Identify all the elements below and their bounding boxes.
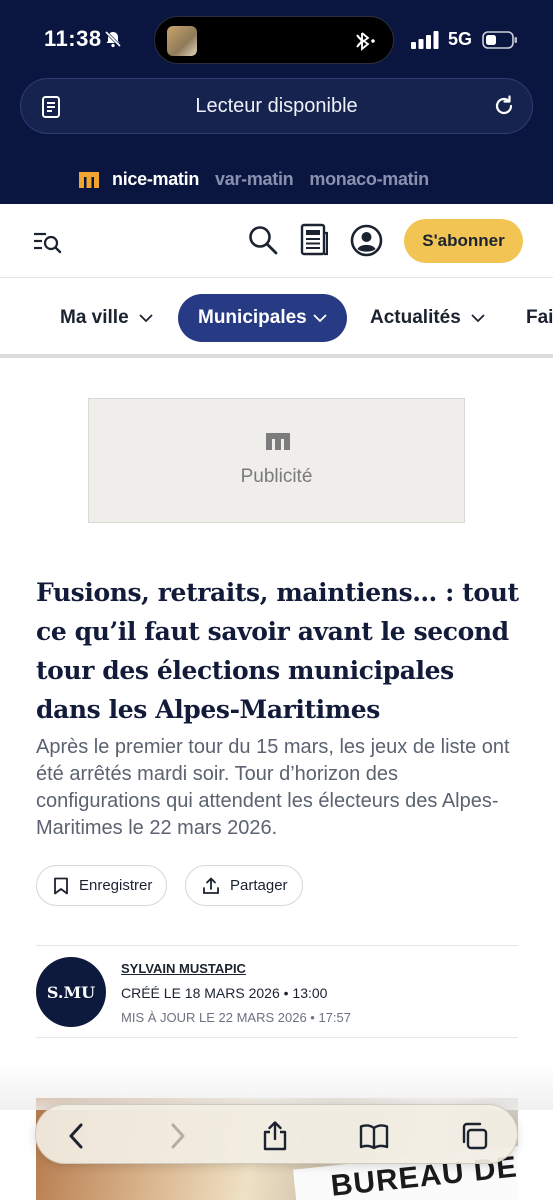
nav-item-ma-ville[interactable]: Ma ville bbox=[60, 294, 153, 342]
account-icon[interactable] bbox=[350, 224, 383, 257]
tabs-icon[interactable] bbox=[459, 1121, 489, 1151]
chevron-down-icon bbox=[471, 313, 485, 322]
nice-matin-logo-icon bbox=[79, 172, 99, 188]
share-button[interactable]: Partager bbox=[185, 865, 303, 906]
brand-switcher: nice-matin var-matin monaco-matin bbox=[78, 166, 445, 192]
ad-placeholder: Publicité bbox=[88, 398, 465, 523]
updated-date: MIS À JOUR LE 22 MARS 2026 • 17:57 bbox=[121, 1010, 351, 1025]
address-bar-text: Lecteur disponible bbox=[195, 95, 358, 117]
toolbar-fade bbox=[0, 1060, 553, 1110]
nav-item-actualites[interactable]: Actualités bbox=[370, 294, 485, 342]
save-button-label: Enregistrer bbox=[79, 877, 153, 894]
chevron-down-icon bbox=[313, 313, 327, 322]
chevron-down-icon bbox=[139, 313, 153, 322]
subscribe-button[interactable]: S'abonner bbox=[404, 219, 523, 263]
brand-monaco-matin[interactable]: monaco-matin bbox=[309, 169, 429, 190]
article-headline: Fusions, retraits, maintiens… : tout ce … bbox=[36, 578, 519, 724]
share-button-label: Partager bbox=[230, 877, 288, 894]
share-sheet-icon[interactable] bbox=[260, 1121, 290, 1151]
author-avatar[interactable]: S.MU bbox=[36, 957, 106, 1027]
address-bar[interactable]: Lecteur disponible bbox=[20, 78, 533, 134]
brand-var-matin[interactable]: var-matin bbox=[215, 169, 294, 190]
nav-item-label: Actualités bbox=[370, 307, 461, 328]
bookmarks-icon[interactable] bbox=[359, 1121, 389, 1151]
back-icon[interactable] bbox=[62, 1121, 92, 1151]
safari-toolbar bbox=[35, 1104, 518, 1164]
bluetooth-icon bbox=[356, 32, 375, 51]
save-button[interactable]: Enregistrer bbox=[36, 865, 168, 906]
bell-off-icon bbox=[104, 30, 122, 48]
browser-top-bar: 11:38 5G Lecteur disponible nice-matin v… bbox=[0, 0, 553, 204]
nav-item-label: Fai bbox=[526, 307, 553, 328]
site-header: S'abonner bbox=[0, 204, 553, 278]
now-playing-artwork bbox=[167, 26, 197, 56]
cellular-signal-icon bbox=[411, 31, 439, 49]
brand-nice-matin[interactable]: nice-matin bbox=[112, 169, 199, 190]
created-date: CRÉÉ LE 18 MARS 2026 • 13:00 bbox=[121, 985, 328, 1001]
ad-logo-icon bbox=[266, 433, 290, 450]
share-icon bbox=[203, 877, 219, 894]
search-icon[interactable] bbox=[248, 224, 278, 256]
nav-item-label: Municipales bbox=[198, 307, 307, 328]
status-time: 11:38 bbox=[44, 26, 102, 51]
article-lede: Après le premier tour du 15 mars, les je… bbox=[36, 736, 510, 839]
ad-label: Publicité bbox=[240, 466, 313, 487]
bookmark-icon bbox=[54, 877, 68, 894]
battery-icon bbox=[482, 31, 517, 49]
network-type: 5G bbox=[448, 29, 473, 49]
dynamic-island bbox=[154, 16, 394, 64]
article-byline: S.MU SYLVAIN MUSTAPIC CRÉÉ LE 18 MARS 20… bbox=[36, 945, 518, 1038]
section-nav: Ma ville Municipales Actualités Fai bbox=[0, 278, 553, 358]
nav-item-municipales[interactable]: Municipales bbox=[178, 294, 347, 342]
nav-item-faits-divers[interactable]: Fai bbox=[526, 294, 553, 342]
forward-icon[interactable] bbox=[162, 1121, 192, 1151]
menu-search-icon[interactable] bbox=[32, 228, 62, 256]
nav-item-label: Ma ville bbox=[60, 307, 129, 328]
author-link[interactable]: SYLVAIN MUSTAPIC bbox=[121, 961, 246, 976]
newspaper-icon[interactable] bbox=[298, 223, 328, 257]
reload-icon[interactable] bbox=[492, 94, 516, 118]
